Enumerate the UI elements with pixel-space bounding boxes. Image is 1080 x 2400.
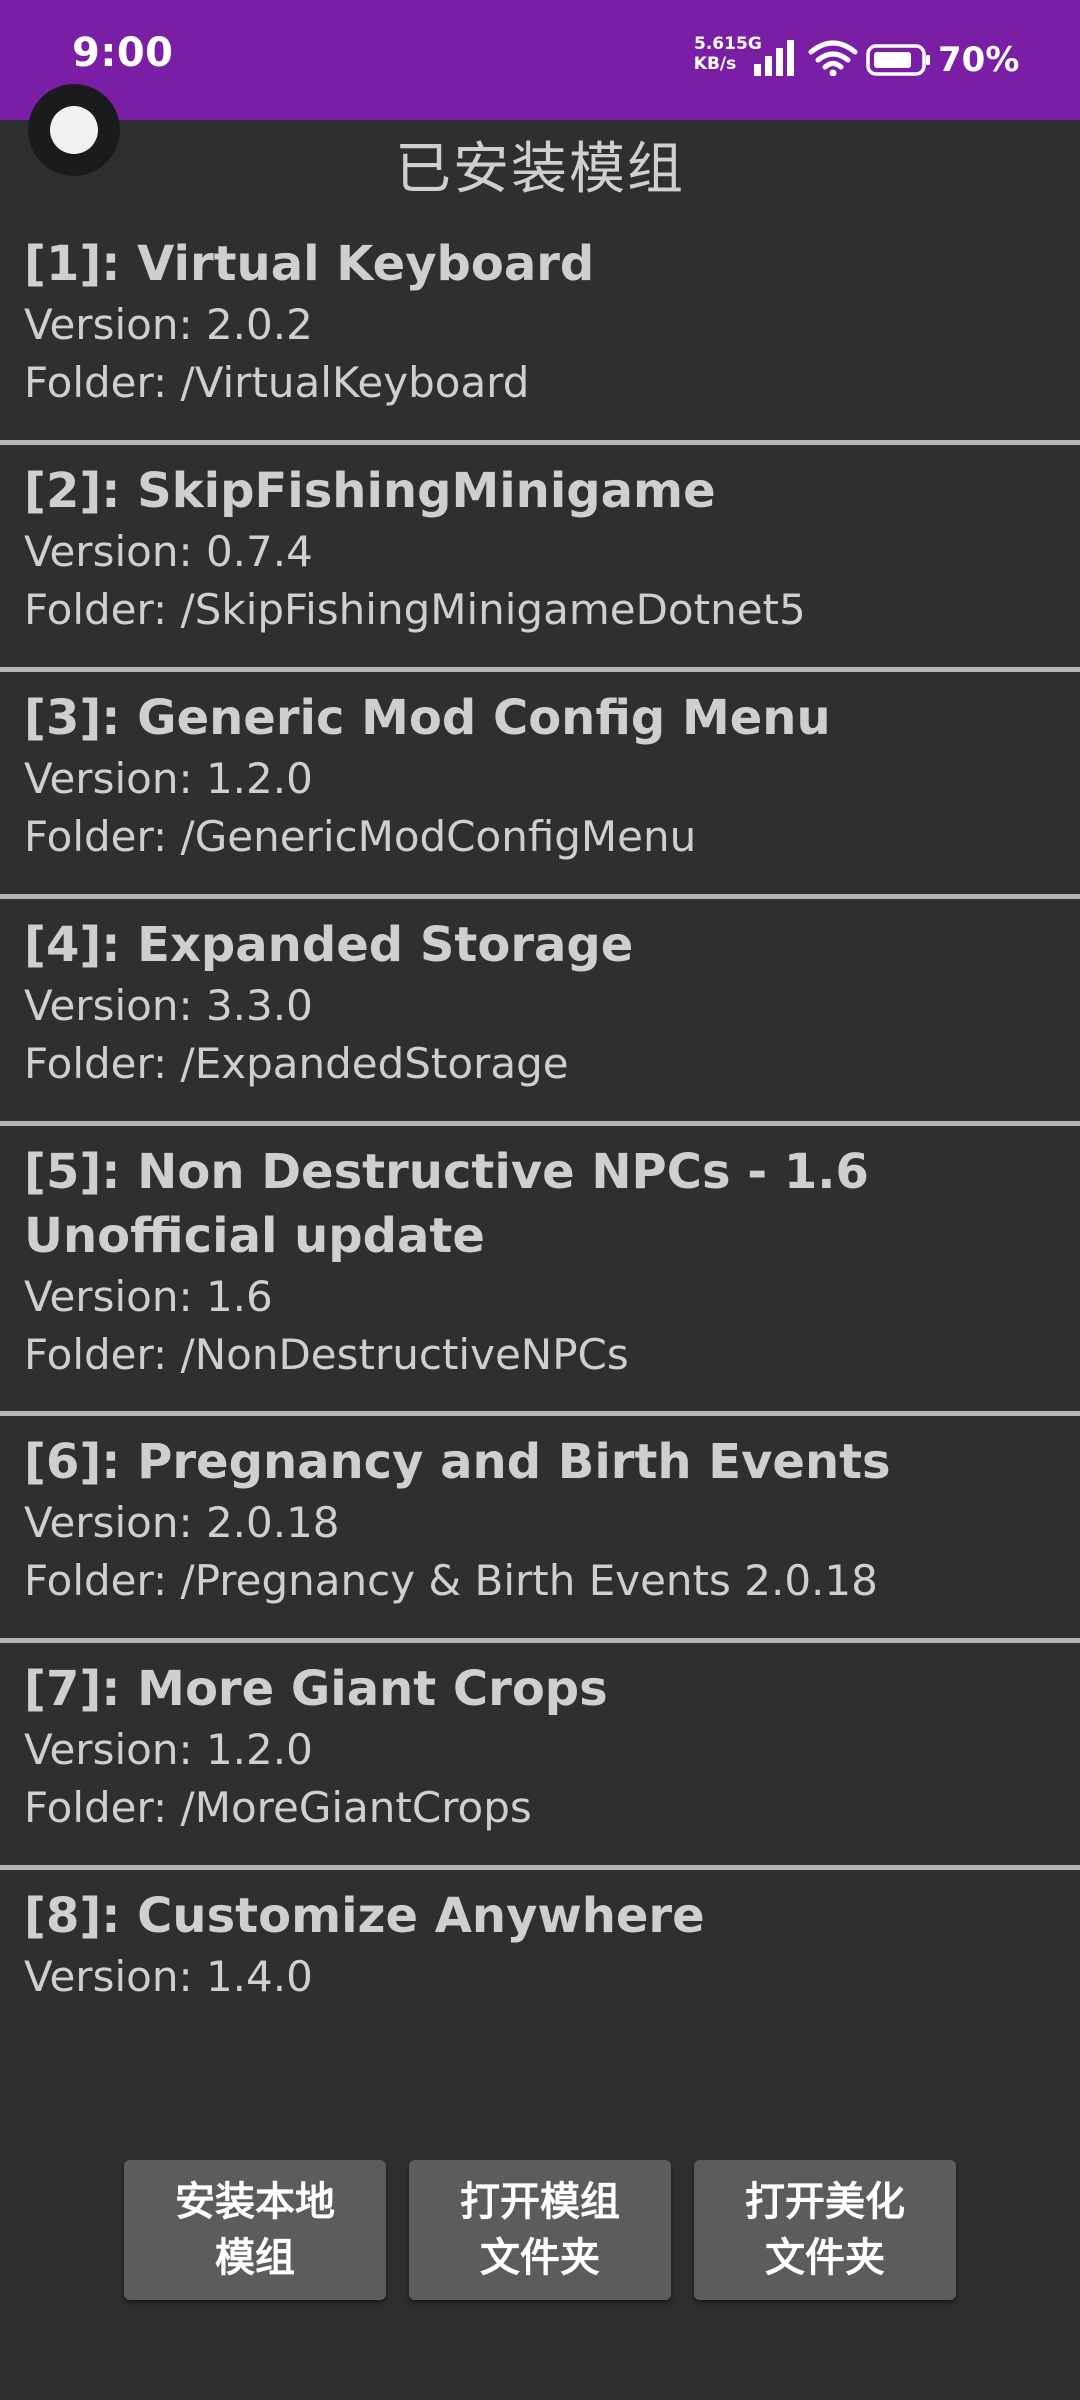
- mod-version: Version: 1.6: [24, 1272, 273, 1321]
- button-label-line1: 打开美化: [745, 2179, 905, 2225]
- mod-list-item[interactable]: [6]: Pregnancy and Birth Events Version:…: [0, 1416, 1080, 1643]
- mod-name-continuation: Unofficial update: [24, 1208, 485, 1264]
- mod-version: Version: 2.0.2: [24, 300, 313, 349]
- battery-percentage: 70%: [938, 40, 1020, 80]
- battery-icon: [866, 44, 932, 80]
- mod-list-item[interactable]: [2]: SkipFishingMinigame Version: 0.7.4 …: [0, 445, 1080, 672]
- mod-name: [7]: More Giant Crops: [24, 1661, 608, 1717]
- network-speed: 5.61 KB/s: [690, 34, 740, 74]
- mod-list-item[interactable]: [5]: Non Destructive NPCs - 1.6 Unoffici…: [0, 1126, 1080, 1416]
- install-local-mod-button[interactable]: 安装本地 模组: [124, 2160, 386, 2300]
- mod-list-item[interactable]: [3]: Generic Mod Config Menu Version: 1.…: [0, 672, 1080, 899]
- mod-folder: Folder: /VirtualKeyboard: [24, 358, 530, 407]
- mod-folder: Folder: /ExpandedStorage: [24, 1039, 569, 1088]
- mod-version: Version: 1.4.0: [24, 1952, 313, 2001]
- mod-version: Version: 0.7.4: [24, 527, 313, 576]
- mod-version: Version: 1.2.0: [24, 754, 313, 803]
- button-label-line2: 文件夹: [765, 2235, 885, 2281]
- mod-folder: Folder: /GenericModConfigMenu: [24, 812, 697, 861]
- mod-list-item[interactable]: [8]: Customize Anywhere Version: 1.4.0: [0, 1870, 1080, 2006]
- action-button-row: 安装本地 模组 打开模组 文件夹 打开美化 文件夹: [0, 2160, 1080, 2300]
- mod-name: [3]: Generic Mod Config Menu: [24, 690, 831, 746]
- mod-list-item[interactable]: [4]: Expanded Storage Version: 3.3.0 Fol…: [0, 899, 1080, 1126]
- mod-folder: Folder: /MoreGiantCrops: [24, 1783, 532, 1832]
- status-time: 9:00: [72, 30, 174, 76]
- signal-icon: [752, 40, 798, 80]
- mod-folder: Folder: /SkipFishingMinigameDotnet5: [24, 585, 806, 634]
- network-speed-unit: KB/s: [693, 54, 737, 74]
- network-speed-value: 5.61: [694, 34, 736, 54]
- button-label-line2: 模组: [215, 2235, 295, 2281]
- mod-list-item[interactable]: [7]: More Giant Crops Version: 1.2.0 Fol…: [0, 1643, 1080, 1870]
- mod-name: [2]: SkipFishingMinigame: [24, 463, 716, 519]
- mod-version: Version: 1.2.0: [24, 1725, 313, 1774]
- mod-version: Version: 3.3.0: [24, 981, 313, 1030]
- mod-version: Version: 2.0.18: [24, 1498, 340, 1547]
- mod-list-item[interactable]: [1]: Virtual Keyboard Version: 2.0.2 Fol…: [0, 218, 1080, 445]
- mod-name: [6]: Pregnancy and Birth Events: [24, 1434, 891, 1490]
- open-beautify-folder-button[interactable]: 打开美化 文件夹: [694, 2160, 956, 2300]
- page-title: 已安装模组: [395, 137, 685, 202]
- mod-name: [4]: Expanded Storage: [24, 917, 634, 973]
- button-label-line2: 文件夹: [480, 2235, 600, 2281]
- mod-folder: Folder: /Pregnancy & Birth Events 2.0.18: [24, 1556, 878, 1605]
- mod-name: [5]: Non Destructive NPCs - 1.6: [24, 1144, 869, 1200]
- mod-name: [1]: Virtual Keyboard: [24, 236, 595, 292]
- status-bar: 9:00 5.61 KB/s 5G 70%: [0, 0, 1080, 120]
- mod-folder: Folder: /NonDestructiveNPCs: [24, 1330, 629, 1379]
- button-label-line1: 打开模组: [460, 2179, 620, 2225]
- floating-menu-button[interactable]: [28, 84, 120, 176]
- wifi-icon: [808, 40, 858, 80]
- mod-name: [8]: Customize Anywhere: [24, 1888, 705, 1944]
- open-mods-folder-button[interactable]: 打开模组 文件夹: [409, 2160, 671, 2300]
- button-label-line1: 安装本地: [175, 2179, 335, 2225]
- mod-list: [1]: Virtual Keyboard Version: 2.0.2 Fol…: [0, 218, 1080, 2006]
- floating-button-dot: [50, 106, 98, 154]
